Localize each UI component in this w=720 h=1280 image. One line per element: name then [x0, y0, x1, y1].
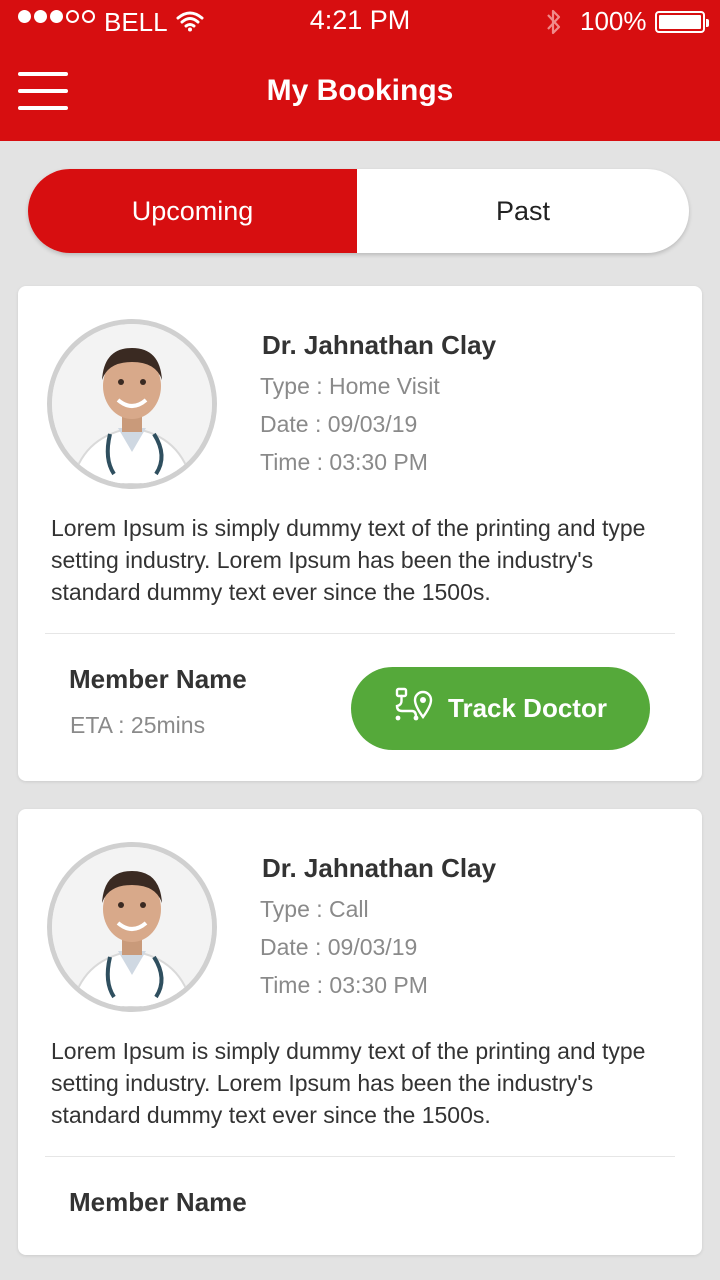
tab-past[interactable]: Past — [357, 169, 689, 253]
member-name: Member Name — [69, 1187, 247, 1217]
track-doctor-label: Track Doctor — [448, 693, 607, 723]
booking-type: Type : Call — [260, 896, 369, 922]
divider — [45, 1156, 675, 1157]
member-name: Member Name — [69, 664, 247, 694]
booking-description: Lorem Ipsum is simply dummy text of the … — [51, 515, 646, 605]
booking-date: Date : 09/03/19 — [260, 411, 418, 437]
page-title: My Bookings — [266, 74, 454, 107]
battery-icon — [655, 11, 709, 33]
booking-description: Lorem Ipsum is simply dummy text of the … — [51, 1038, 646, 1128]
app-header: BELL 4:21 PM 100% My Bookings — [0, 0, 720, 141]
divider — [45, 633, 675, 634]
status-bar: BELL 4:21 PM 100% — [0, 0, 720, 44]
doctor-avatar — [47, 842, 217, 1012]
doctor-avatar — [47, 319, 217, 489]
booking-time: Time : 03:30 PM — [260, 972, 428, 998]
booking-time: Time : 03:30 PM — [260, 449, 428, 475]
route-location-icon — [394, 687, 434, 730]
bluetooth-icon — [544, 6, 564, 45]
battery-percent: 100% — [580, 6, 647, 36]
booking-card[interactable]: Dr. Jahnathan Clay Type : Call Date : 09… — [18, 809, 702, 1255]
bookings-tab-bar: Upcoming Past — [28, 169, 689, 253]
booking-date: Date : 09/03/19 — [260, 934, 418, 960]
doctor-name: Dr. Jahnathan Clay — [262, 853, 497, 883]
eta-label: ETA : 25mins — [70, 712, 206, 738]
track-doctor-button[interactable]: Track Doctor — [351, 667, 650, 750]
booking-card[interactable]: Dr. Jahnathan Clay Type : Home Visit Dat… — [18, 286, 702, 781]
booking-type: Type : Home Visit — [260, 373, 440, 399]
tab-upcoming[interactable]: Upcoming — [28, 169, 357, 253]
doctor-name: Dr. Jahnathan Clay — [262, 330, 497, 360]
